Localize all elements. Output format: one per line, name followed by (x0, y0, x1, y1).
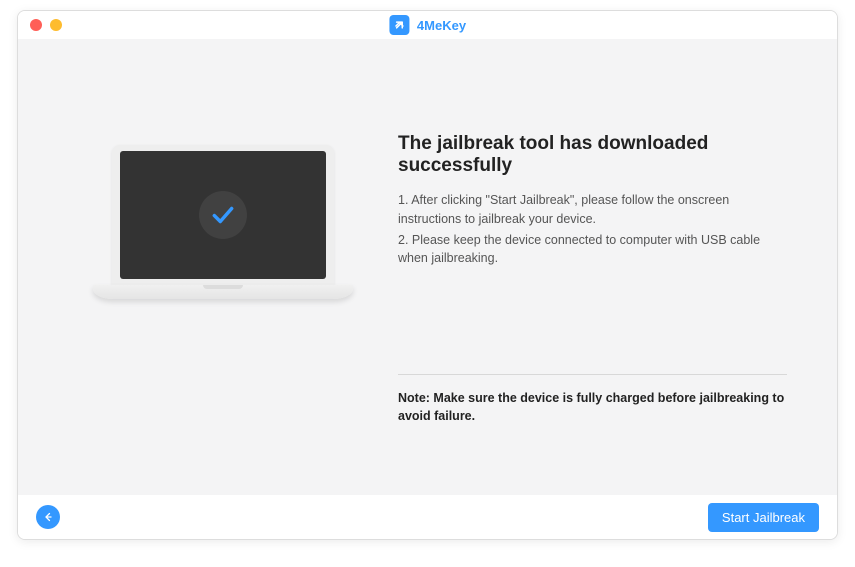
illustration-panel (68, 129, 378, 435)
window-controls (30, 19, 62, 31)
arrow-left-icon (42, 511, 54, 523)
info-panel: The jailbreak tool has downloaded succes… (378, 129, 787, 435)
start-jailbreak-button[interactable]: Start Jailbreak (708, 503, 819, 532)
content-area: The jailbreak tool has downloaded succes… (18, 39, 837, 495)
app-logo-icon (389, 15, 409, 35)
titlebar: 4MeKey (18, 11, 837, 39)
footer: Start Jailbreak (18, 495, 837, 539)
divider (398, 374, 787, 375)
success-check-icon (199, 191, 247, 239)
back-button[interactable] (36, 505, 60, 529)
app-title: 4MeKey (417, 18, 466, 33)
app-window: 4MeKey The jailbreak tool has (17, 10, 838, 540)
instruction-2: 2. Please keep the device connected to c… (398, 231, 787, 269)
page-heading: The jailbreak tool has downloaded succes… (398, 133, 787, 177)
instruction-1: 1. After clicking "Start Jailbreak", ple… (398, 191, 787, 229)
minimize-window-button[interactable] (50, 19, 62, 31)
close-window-button[interactable] (30, 19, 42, 31)
laptop-illustration (93, 145, 353, 299)
note-text: Note: Make sure the device is fully char… (398, 389, 787, 435)
titlebar-title: 4MeKey (389, 15, 466, 35)
